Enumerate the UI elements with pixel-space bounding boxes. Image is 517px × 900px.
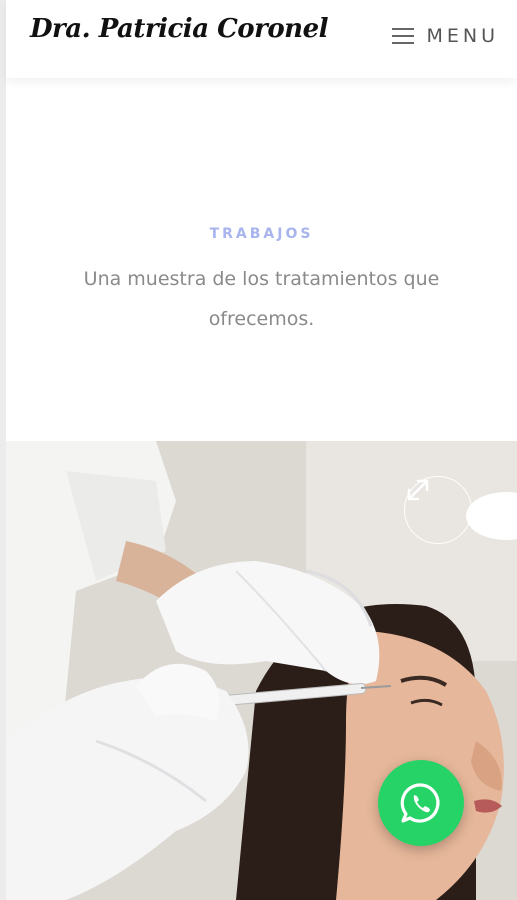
works-section: TRABAJOS Una muestra de los tratamientos… [6,78,517,441]
expand-button[interactable] [404,476,472,544]
whatsapp-button[interactable] [378,760,464,846]
section-description: Una muestra de los tratamientos que ofre… [83,268,440,330]
menu-button[interactable]: MENU [392,22,499,50]
site-logo[interactable]: Dra. Patricia Coronel [30,14,328,44]
hamburger-icon[interactable] [392,27,415,45]
section-kicker: TRABAJOS [209,226,314,242]
menu-label[interactable]: MENU [426,25,499,47]
whatsapp-icon [400,783,440,823]
expand-icon [407,479,429,501]
site-header: Dra. Patricia Coronel MENU [6,0,517,78]
